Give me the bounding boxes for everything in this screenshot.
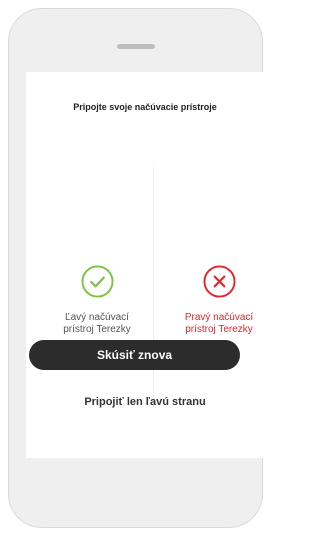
- phone-frame: Pripojte svoje načúvacie prístroje Ľavý …: [8, 8, 264, 528]
- left-device-label-line2: prístroj Terezky: [63, 324, 131, 335]
- right-device-label-line1: Pravý načúvací: [184, 312, 254, 323]
- left-device-status: Ľavý načúvací prístroj Terezky: [42, 265, 152, 336]
- phone-speaker: [117, 44, 155, 49]
- left-device-label-line1: Ľavý načúvací: [65, 312, 129, 323]
- right-device-status: Pravý načúvací prístroj Terezky: [164, 265, 274, 336]
- connect-left-only-button[interactable]: Pripojiť len ľavú stranu: [9, 396, 281, 408]
- retry-button[interactable]: Skúsiť znova: [29, 340, 240, 370]
- check-circle-icon: [80, 265, 114, 298]
- x-circle-icon: [202, 265, 236, 298]
- right-device-label: Pravý načúvací prístroj Terezky: [164, 312, 274, 336]
- right-device-label-line2: prístroj Terezky: [185, 324, 253, 335]
- page-title: Pripojte svoje načúvacie prístroje: [73, 102, 217, 112]
- center-divider: [153, 167, 154, 407]
- left-device-label: Ľavý načúvací prístroj Terezky: [42, 312, 152, 336]
